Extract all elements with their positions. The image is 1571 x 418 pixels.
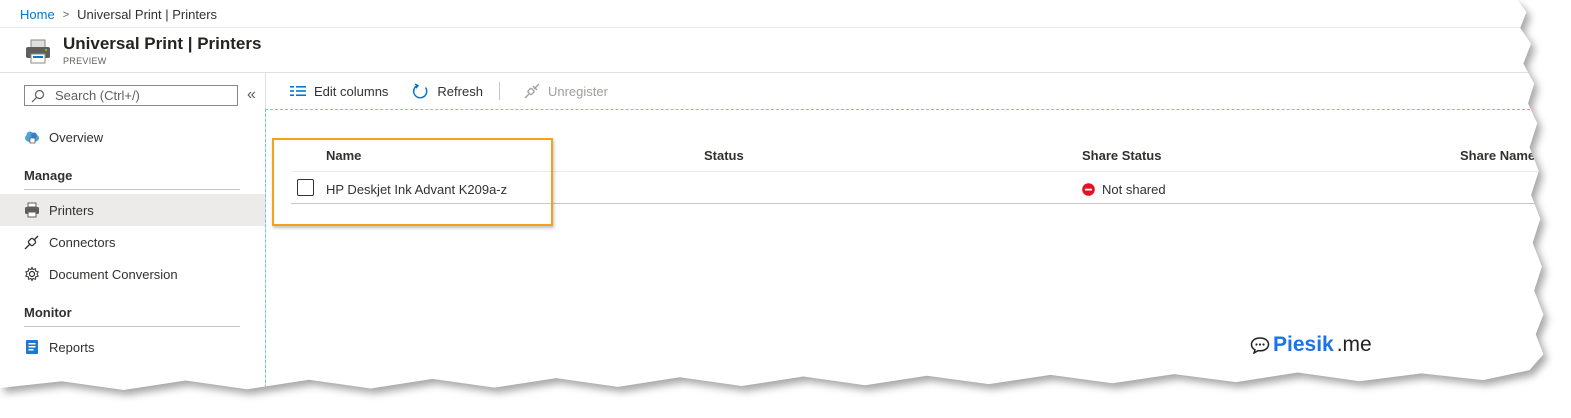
edit-columns-button[interactable]: Edit columns: [290, 84, 388, 99]
search-box[interactable]: [24, 85, 238, 106]
column-header-status[interactable]: Status: [704, 148, 744, 163]
sidebar-item-reports[interactable]: Reports: [0, 331, 265, 363]
collapse-sidebar-icon[interactable]: «: [247, 86, 256, 104]
section-header-manage: Manage: [24, 168, 240, 190]
share-status-cell: Not shared: [1082, 182, 1166, 197]
columns-icon: [290, 86, 306, 96]
report-icon: [24, 339, 40, 355]
page-subtitle: PREVIEW: [63, 56, 107, 66]
refresh-button[interactable]: Refresh: [412, 82, 483, 100]
watermark-text-2: .me: [1336, 333, 1372, 356]
search-input[interactable]: [53, 87, 227, 104]
printer-icon: [24, 202, 40, 218]
command-bar: Edit columns Refresh Unregister: [266, 73, 1543, 109]
sidebar-item-label: Document Conversion: [49, 266, 178, 282]
unregister-button[interactable]: Unregister: [524, 83, 608, 99]
speech-bubble-icon: [1250, 337, 1270, 354]
cloud-icon: [24, 129, 40, 145]
sidebar-item-label: Connectors: [49, 234, 116, 250]
refresh-label: Refresh: [437, 83, 483, 99]
sidebar-item-printers[interactable]: Printers: [0, 194, 265, 226]
column-header-share-status[interactable]: Share Status: [1082, 148, 1161, 163]
divider: [0, 27, 1544, 28]
edit-columns-label: Edit columns: [314, 83, 389, 99]
highlight-box: [272, 138, 553, 226]
unplug-icon: [524, 83, 540, 99]
sidebar-item-overview[interactable]: Overview: [0, 121, 265, 153]
sidebar: « Overview Manage Printer: [0, 73, 266, 391]
not-shared-status-icon: [1082, 183, 1095, 196]
breadcrumb-home-link[interactable]: Home: [20, 7, 55, 22]
sidebar-item-connectors[interactable]: Connectors: [0, 226, 265, 258]
sidebar-item-document-conversion[interactable]: Document Conversion: [0, 258, 265, 290]
share-status-text: Not shared: [1102, 182, 1166, 197]
page-title: Universal Print | Printers: [63, 34, 262, 53]
section-header-monitor: Monitor: [24, 305, 240, 327]
chevron-right-icon: >: [62, 8, 70, 21]
search-icon: [31, 89, 45, 102]
gear-icon: [24, 266, 40, 282]
watermark-text-1: Piesik: [1273, 333, 1334, 356]
watermark-logo: Piesik .me: [1250, 333, 1372, 357]
toolbar-divider: [498, 82, 500, 100]
unregister-label: Unregister: [547, 83, 608, 99]
breadcrumb: Home > Universal Print | Printers: [20, 7, 217, 22]
sidebar-item-label: Overview: [49, 129, 104, 145]
sidebar-item-label: Reports: [49, 339, 95, 355]
refresh-icon: [413, 82, 428, 98]
column-header-share-name[interactable]: Share Name: [1460, 148, 1535, 163]
portal-page: Home > Universal Print | Printers Univer…: [0, 0, 1544, 391]
printer-icon: [24, 37, 52, 65]
sidebar-item-label: Printers: [49, 202, 94, 218]
connector-plug-icon: [24, 234, 40, 250]
breadcrumb-current: Universal Print | Printers: [77, 7, 218, 22]
